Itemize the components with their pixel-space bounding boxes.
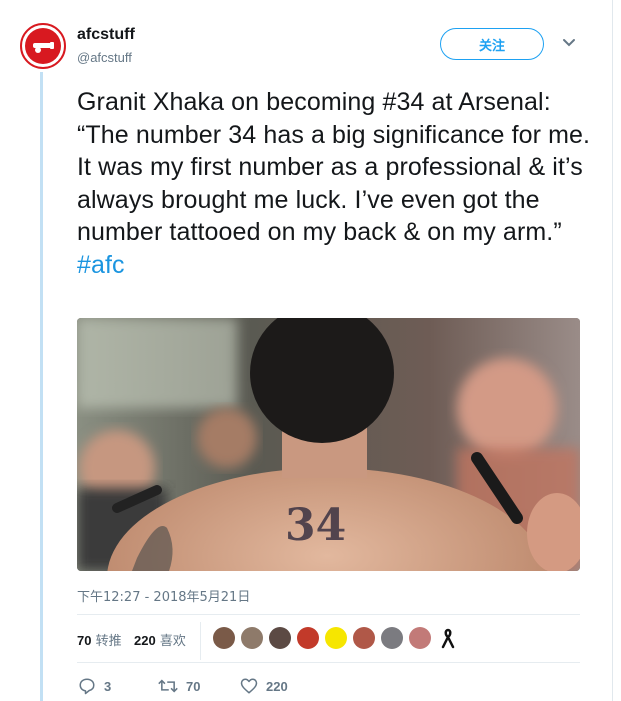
- liker-avatar[interactable]: [241, 627, 263, 649]
- like-stat[interactable]: 220 喜欢: [134, 630, 186, 649]
- retweet-count: 70: [186, 678, 201, 694]
- liker-avatar[interactable]: [213, 627, 235, 649]
- divider: [77, 662, 580, 663]
- liker-avatar[interactable]: [269, 627, 291, 649]
- liker-avatar[interactable]: [381, 627, 403, 649]
- hashtag-link[interactable]: #afc: [77, 251, 125, 279]
- like-stat-count: 220: [134, 633, 156, 648]
- like-stat-label: 喜欢: [159, 634, 186, 649]
- retweet-stat[interactable]: 70 转推: [77, 630, 122, 649]
- follow-button[interactable]: 关注: [440, 28, 544, 60]
- liker-avatar[interactable]: [353, 627, 375, 649]
- like-count: 220: [266, 678, 288, 694]
- tweet-photo[interactable]: 34: [77, 318, 580, 571]
- liker-avatar[interactable]: [325, 627, 347, 649]
- avatar[interactable]: [20, 23, 66, 69]
- ribbon-avatar[interactable]: [437, 627, 459, 649]
- cannon-logo-icon: [25, 28, 61, 64]
- user-handle[interactable]: @afcstuff: [77, 50, 132, 65]
- tweet-text: Granit Xhaka on becoming #34 at Arsenal:…: [77, 86, 597, 281]
- reply-icon: [79, 678, 95, 695]
- retweet-button[interactable]: 70: [158, 677, 200, 695]
- reply-button[interactable]: 3: [78, 677, 111, 695]
- retweet-stat-count: 70: [77, 633, 92, 648]
- display-name[interactable]: afcstuff: [77, 26, 135, 44]
- retweet-stat-label: 转推: [95, 634, 122, 649]
- tweet-timestamp[interactable]: 下午12:27 - 2018年5月21日: [77, 586, 250, 605]
- retweet-icon: [158, 679, 178, 693]
- photo-image: 34: [77, 318, 580, 571]
- like-button[interactable]: 220: [240, 677, 288, 695]
- tattoo-number: 34: [285, 500, 346, 551]
- liker-avatars: [213, 627, 465, 649]
- chevron-down-icon[interactable]: [562, 38, 576, 48]
- stats-separator: [200, 622, 201, 660]
- thread-line: [40, 72, 43, 701]
- reply-count: 3: [104, 678, 112, 694]
- divider: [77, 614, 580, 615]
- tweet-body: Granit Xhaka on becoming #34 at Arsenal:…: [77, 88, 591, 246]
- right-border: [612, 0, 613, 701]
- liker-avatar[interactable]: [297, 627, 319, 649]
- liker-avatar[interactable]: [409, 627, 431, 649]
- heart-icon: [240, 678, 258, 694]
